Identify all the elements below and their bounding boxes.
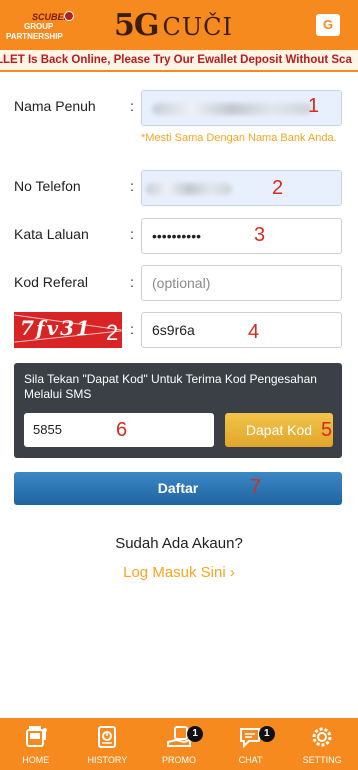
partner-logo-mark [64,11,74,21]
history-book-icon [98,726,117,748]
annotation-2-captcha: 2 [106,320,119,345]
chevron-right-icon: › [229,564,235,581]
password-input[interactable]: •••••••••• [141,218,342,254]
brand-logo: 5G CUČI [114,8,233,43]
captcha-image[interactable]: 7fv31 2 [14,312,122,348]
annotation-1: 1 [308,95,320,117]
announcement-marquee: LLET Is Back Online, Please Try Our Ewal… [0,50,358,72]
annotation-3: 3 [254,224,266,246]
annotation-2: 2 [272,177,284,199]
referral-label: Kod Referal [14,274,88,290]
announcement-text: LLET Is Back Online, Please Try Our Ewal… [0,54,352,66]
nav-chat[interactable]: 1 CHAT [215,718,287,770]
partner-logo: SCUBEN GROUP PARTNERSHIP [6,8,76,44]
get-code-label: Dapat Kod [245,422,313,438]
annotation-5: 5 [321,419,333,441]
slot-machine-icon [25,726,47,747]
gear-icon [312,727,332,747]
referral-input[interactable]: (optional) [141,265,342,301]
captcha-input[interactable]: 6s9r6a [141,312,342,348]
brand-name: CUČI [162,13,233,41]
sms-instructions: Sila Tekan "Dapat Kod" Untuk Terima Kod … [24,372,317,401]
captcha-colon: : [130,321,134,337]
name-hint: *Mesti Sama Dengan Nama Bank Anda. [141,132,337,144]
nav-promo[interactable]: 1 PROMO [143,718,215,770]
phone-input[interactable] [141,170,342,206]
full-name-label: Nama Penuh [14,98,96,114]
chat-badge: 1 [258,726,275,742]
nav-promo-label: PROMO [161,755,196,765]
phone-label: No Telefon [14,178,81,194]
promo-badge: 1 [187,726,204,742]
nav-home-label: HOME [22,755,50,765]
password-label: Kata Laluan [14,226,89,242]
annotation-4: 4 [248,321,260,343]
login-prompt: Sudah Ada Akaun? [115,535,243,552]
brand-5g: 5G [114,8,159,43]
full-name-colon: : [130,98,134,114]
referral-colon: : [130,274,134,290]
redacted-name [152,103,312,115]
nav-setting-label: SETTING [302,755,342,765]
login-link[interactable]: Log Masuk Sini › [0,564,358,581]
password-colon: : [130,226,134,242]
top-bar: SCUBEN GROUP PARTNERSHIP 5G CUČI G [0,0,358,50]
phone-colon: : [130,178,134,194]
google-translate-icon[interactable]: G [316,14,340,36]
partner-logo-line3: PARTNERSHIP [6,32,63,41]
nav-home[interactable]: HOME [0,718,72,770]
partner-logo-line2: GROUP [24,22,54,31]
nav-history[interactable]: HISTORY [72,718,144,770]
nav-setting[interactable]: SETTING [286,718,358,770]
annotation-6: 6 [116,419,128,441]
captcha-text: 7fv31 [20,316,92,340]
redacted-phone [146,183,232,195]
annotation-7: 7 [250,476,262,498]
sms-verification-box: Sila Tekan "Dapat Kod" Untuk Terima Kod … [14,363,342,458]
register-label: Daftar [157,480,199,496]
nav-chat-label: CHAT [238,755,263,765]
login-link-label: Log Masuk Sini [123,564,226,581]
get-code-button[interactable]: Dapat Kod [225,413,333,447]
register-button[interactable]: Daftar [14,472,342,505]
bottom-nav: HOME HISTORY 1 PROMO 1 CHAT SETTING [0,718,358,770]
nav-history-label: HISTORY [87,755,128,765]
